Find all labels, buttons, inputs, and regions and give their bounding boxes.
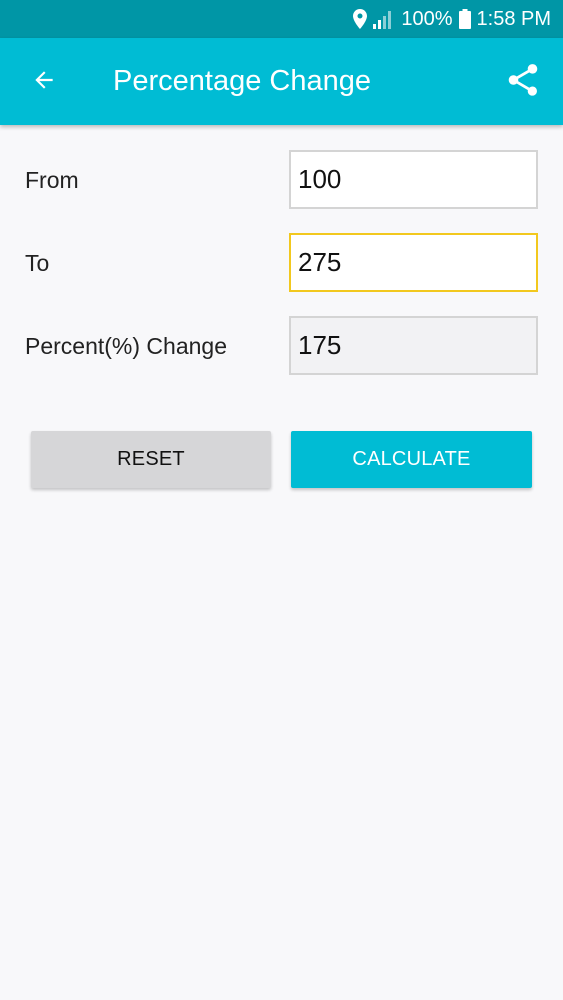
percent-change-output [289,316,538,375]
calculate-button[interactable]: CALCULATE [291,431,532,488]
status-bar: 100% 1:58 PM [0,0,563,38]
share-icon [504,61,542,104]
page-title: Percentage Change [113,65,371,97]
from-label: From [25,167,79,193]
battery-percent: 100% [401,7,453,30]
share-button[interactable] [501,60,545,104]
clock: 1:58 PM [476,7,551,30]
battery-icon [458,9,471,29]
arrow-back-icon [31,67,57,98]
to-label: To [25,250,50,276]
reset-button[interactable]: RESET [31,431,271,488]
to-input[interactable] [289,233,538,292]
signal-icon [373,9,395,29]
back-button[interactable] [22,60,66,104]
app-bar: Percentage Change [0,38,563,125]
percent-change-label: Percent(%) Change [25,333,227,359]
location-icon [353,9,368,29]
from-input[interactable] [289,150,538,209]
status-icons: 100% 1:58 PM [353,0,551,38]
